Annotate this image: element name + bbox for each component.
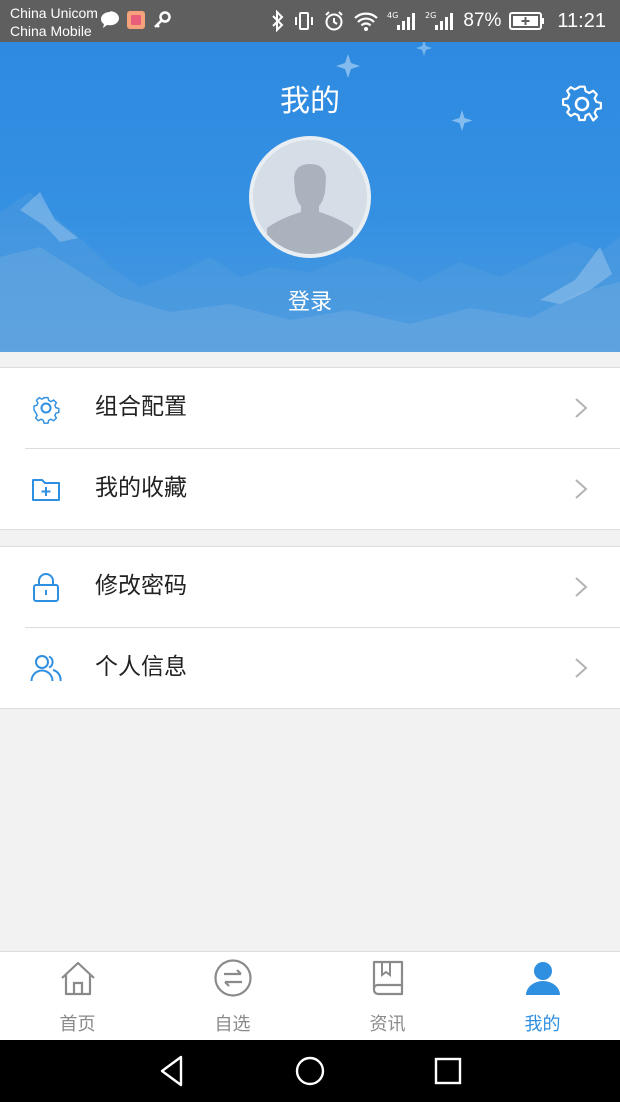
alarm-icon (325, 11, 344, 31)
gear-icon (33, 396, 60, 424)
carrier-2: China Mobile (10, 23, 92, 39)
network-2-label: 2G (425, 11, 436, 20)
tab-news[interactable]: 资讯 (310, 952, 465, 1040)
bluetooth-icon (272, 10, 284, 32)
wifi-icon (354, 12, 379, 31)
menu-item-personal-info[interactable]: 个人信息 (0, 628, 620, 708)
home-circle-icon[interactable] (293, 1054, 327, 1088)
network-1-label: 4G (387, 11, 398, 20)
book-icon (372, 960, 403, 996)
swap-icon (213, 959, 252, 997)
menu-item-change-password[interactable]: 修改密码 (0, 547, 620, 627)
system-navigation-bar (0, 1040, 620, 1102)
menu-group-account: 修改密码 个人信息 (0, 546, 620, 709)
folder-plus-icon (32, 479, 60, 501)
tab-label: 首页 (59, 1014, 96, 1035)
tab-label: 资讯 (369, 1014, 406, 1035)
recents-icon[interactable] (431, 1054, 465, 1088)
person-icon (525, 962, 560, 995)
lock-icon (33, 573, 59, 602)
signal-2g-icon: 2G (425, 11, 454, 30)
battery-charging-icon (509, 12, 545, 30)
chat-bubble-icon (101, 11, 119, 29)
chevron-right-icon (575, 577, 588, 597)
back-icon[interactable] (155, 1054, 189, 1088)
gear-icon (562, 85, 602, 122)
tab-home[interactable]: 首页 (0, 952, 155, 1040)
system-status: 4G 2G 87% 11:21 (271, 0, 606, 42)
profile-header: 我的 登录 (0, 42, 620, 352)
tab-label: 我的 (524, 1014, 561, 1035)
menu-item-label: 组合配置 (95, 394, 187, 420)
key-icon (154, 11, 171, 28)
tab-label: 自选 (214, 1014, 251, 1035)
carrier-labels: China Unicom China Mobile (10, 4, 98, 40)
avatar[interactable] (249, 136, 371, 258)
menu-item-label: 个人信息 (95, 654, 187, 680)
carrier-1: China Unicom (10, 5, 98, 21)
notification-icons (100, 10, 172, 30)
menu-item-portfolio-config[interactable]: 组合配置 (0, 368, 620, 448)
chevron-right-icon (575, 398, 588, 418)
app-notification-icon (127, 11, 145, 29)
tab-mine[interactable]: 我的 (465, 952, 620, 1040)
status-bar: China Unicom China Mobile 4G 2G 87% 11:2… (0, 0, 620, 42)
page-title: 我的 (280, 84, 340, 119)
chevron-right-icon (575, 658, 588, 678)
tab-watchlist[interactable]: 自选 (155, 952, 310, 1040)
clock: 11:21 (557, 9, 606, 32)
menu-item-favorites[interactable]: 我的收藏 (0, 449, 620, 529)
signal-4g-icon: 4G (387, 11, 416, 30)
vibrate-icon (295, 12, 314, 30)
menu-item-label: 修改密码 (95, 573, 187, 599)
home-icon (60, 961, 95, 996)
bottom-tab-bar: 首页 自选 资讯 我的 (0, 951, 620, 1040)
users-icon (30, 655, 62, 682)
battery-percent: 87% (463, 10, 502, 31)
default-user-icon (267, 164, 353, 254)
login-link[interactable]: 登录 (0, 284, 620, 316)
menu-item-label: 我的收藏 (95, 475, 187, 501)
chevron-right-icon (575, 479, 588, 499)
menu-group-portfolio: 组合配置 我的收藏 (0, 367, 620, 530)
settings-button[interactable] (560, 82, 604, 126)
